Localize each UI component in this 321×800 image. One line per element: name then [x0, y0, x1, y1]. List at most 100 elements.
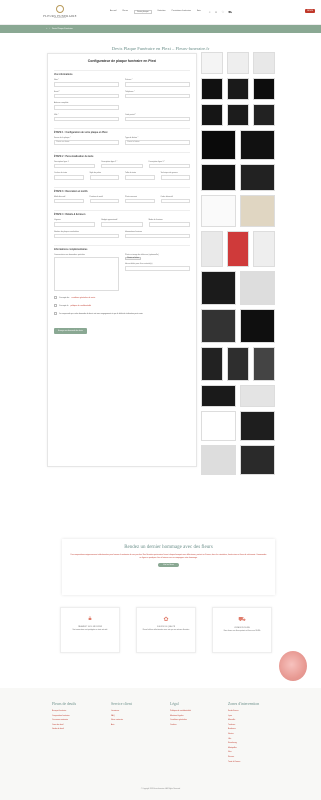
footer-link[interactable]: Avis — [111, 724, 132, 726]
cgv-checkbox-row[interactable]: J'accepte les conditions générales de ve… — [54, 296, 190, 299]
nav-avis[interactable]: Avis — [197, 10, 201, 14]
plaque-thumbnail[interactable] — [201, 385, 236, 407]
footer-link[interactable]: Politique de confidentialité — [170, 710, 191, 712]
email-input[interactable] — [54, 93, 119, 98]
photo-select[interactable] — [125, 198, 155, 203]
footer-link[interactable]: Conditions générales — [170, 719, 191, 721]
mode-select[interactable] — [148, 222, 190, 227]
plaque-thumbnail[interactable] — [240, 445, 275, 475]
infos-input[interactable] — [125, 233, 190, 238]
checkbox[interactable] — [54, 304, 57, 307]
promo-button[interactable]: Voir les fleurs — [158, 563, 179, 568]
plaque-thumbnail[interactable] — [201, 195, 236, 227]
nav-accueil[interactable]: Accueil — [110, 10, 116, 14]
nom-input[interactable] — [54, 82, 119, 87]
nav-devis-plaque[interactable]: Devis plaque — [134, 10, 152, 14]
plaque-thumbnail[interactable] — [201, 164, 236, 191]
plaque-thumbnail[interactable] — [227, 231, 249, 267]
forme-select[interactable]: Choisir une forme — [54, 140, 119, 145]
desc2-input[interactable] — [101, 163, 143, 168]
plaque-thumbnail[interactable] — [240, 309, 275, 343]
plaque-thumbnail[interactable] — [240, 164, 275, 191]
plaque-thumbnail[interactable] — [201, 445, 236, 475]
plaque-thumbnail[interactable] — [240, 195, 275, 227]
footer-link[interactable]: Lille — [228, 738, 259, 740]
type-select[interactable]: Choisir la finition — [125, 140, 190, 145]
plaque-thumbnail[interactable] — [201, 309, 236, 343]
plaque-thumbnail[interactable] — [253, 52, 275, 74]
footer-link[interactable]: Lyon — [228, 715, 259, 717]
checkbox[interactable] — [54, 296, 57, 299]
style-select[interactable] — [89, 175, 119, 180]
prenom-input[interactable] — [125, 82, 190, 87]
footer-link[interactable]: FAQ — [111, 715, 132, 717]
motif-select[interactable] — [54, 198, 84, 203]
footer-link[interactable]: Toulouse — [228, 724, 259, 726]
checkbox[interactable] — [54, 312, 57, 315]
ville-input[interactable] — [54, 116, 119, 121]
plaque-thumbnail[interactable] — [227, 104, 249, 126]
footer-link[interactable]: Nous contacter — [111, 719, 132, 721]
upload-button[interactable]: Choisir un fichier — [125, 257, 141, 260]
footer-link[interactable]: Mentions légales — [170, 715, 191, 717]
footer-link[interactable]: Couronne mortuaire — [52, 719, 76, 721]
footer-link[interactable]: Strasbourg — [228, 742, 259, 744]
footer-link[interactable]: Gerbe de deuil — [52, 728, 76, 730]
plaque-thumbnail[interactable] — [201, 130, 236, 160]
cadre-select[interactable] — [160, 198, 190, 203]
nav-prestations[interactable]: Prestations funéraires — [172, 10, 191, 14]
plaque-thumbnail[interactable] — [240, 411, 275, 441]
plaque-thumbnail[interactable] — [253, 104, 275, 126]
footer-link[interactable]: Toute la France — [228, 761, 259, 763]
plaque-thumbnail[interactable] — [253, 347, 275, 381]
footer-link[interactable]: Cookies — [170, 724, 191, 726]
footer-link[interactable]: Bordeaux — [228, 728, 259, 730]
plaque-thumbnail[interactable] — [201, 52, 223, 74]
position-select[interactable] — [89, 198, 119, 203]
plaque-thumbnail[interactable] — [227, 52, 249, 74]
couleur-select[interactable] — [54, 175, 84, 180]
footer-link[interactable]: Cœur de deuil — [52, 724, 76, 726]
footer-link[interactable]: Marseille — [228, 719, 259, 721]
footer-link[interactable]: Nantes — [228, 733, 259, 735]
plaque-thumbnail[interactable] — [240, 130, 275, 160]
submit-button[interactable]: Envoyer ma demande de devis — [54, 328, 87, 334]
contact-input[interactable] — [125, 266, 190, 271]
plaque-thumbnail[interactable] — [240, 385, 275, 407]
nombre-input[interactable] — [54, 233, 119, 238]
desc3-input[interactable] — [148, 163, 190, 168]
plaque-thumbnail[interactable] — [201, 411, 236, 441]
footer-link[interactable]: Livraisons — [111, 710, 132, 712]
footer-link[interactable]: Montpellier — [228, 747, 259, 749]
tel-input[interactable] — [125, 93, 190, 98]
budget-select[interactable] — [101, 222, 143, 227]
plaque-thumbnail[interactable] — [227, 78, 249, 100]
user-icon[interactable]: ☺ — [215, 10, 218, 14]
cp-input[interactable] — [125, 116, 190, 121]
desc1-input[interactable] — [54, 163, 96, 168]
taille-select[interactable] — [125, 175, 155, 180]
footer-link[interactable]: Nice — [228, 751, 259, 753]
search-icon[interactable]: ⌕ — [209, 10, 211, 14]
nav-fleurs[interactable]: Fleurs — [122, 10, 128, 14]
devis-button[interactable]: DEVIS — [304, 9, 315, 13]
plaque-thumbnail[interactable] — [240, 271, 275, 305]
home-icon[interactable]: ⌂ — [46, 28, 47, 30]
adresse-input[interactable] — [54, 105, 119, 110]
engagement-checkbox-row[interactable]: Je comprends que cette demande de devis … — [54, 312, 190, 315]
cgv-link[interactable]: conditions générales de vente — [71, 297, 95, 299]
plaque-thumbnail[interactable] — [201, 347, 223, 381]
logo[interactable]: FLEURS FUNERAIRE fleurs-funeraire.fr — [43, 5, 76, 19]
plaque-thumbnail[interactable] — [201, 271, 236, 305]
urgence-select[interactable] — [54, 222, 96, 227]
footer-link[interactable]: Composition funéraire — [52, 715, 76, 717]
plaque-thumbnail[interactable] — [201, 104, 223, 126]
technique-select[interactable] — [160, 175, 190, 180]
footer-link[interactable]: Rennes — [228, 756, 259, 758]
footer-link[interactable]: Île-de-France — [228, 710, 259, 712]
heart-icon[interactable]: ♡ — [222, 10, 225, 14]
privacy-link[interactable]: politique de confidentialité — [70, 305, 91, 307]
cart-icon[interactable]: ⛟ — [228, 10, 232, 15]
nav-entretien[interactable]: Entretien — [158, 10, 166, 14]
footer-link[interactable]: Bouquet funéraire — [52, 710, 76, 712]
